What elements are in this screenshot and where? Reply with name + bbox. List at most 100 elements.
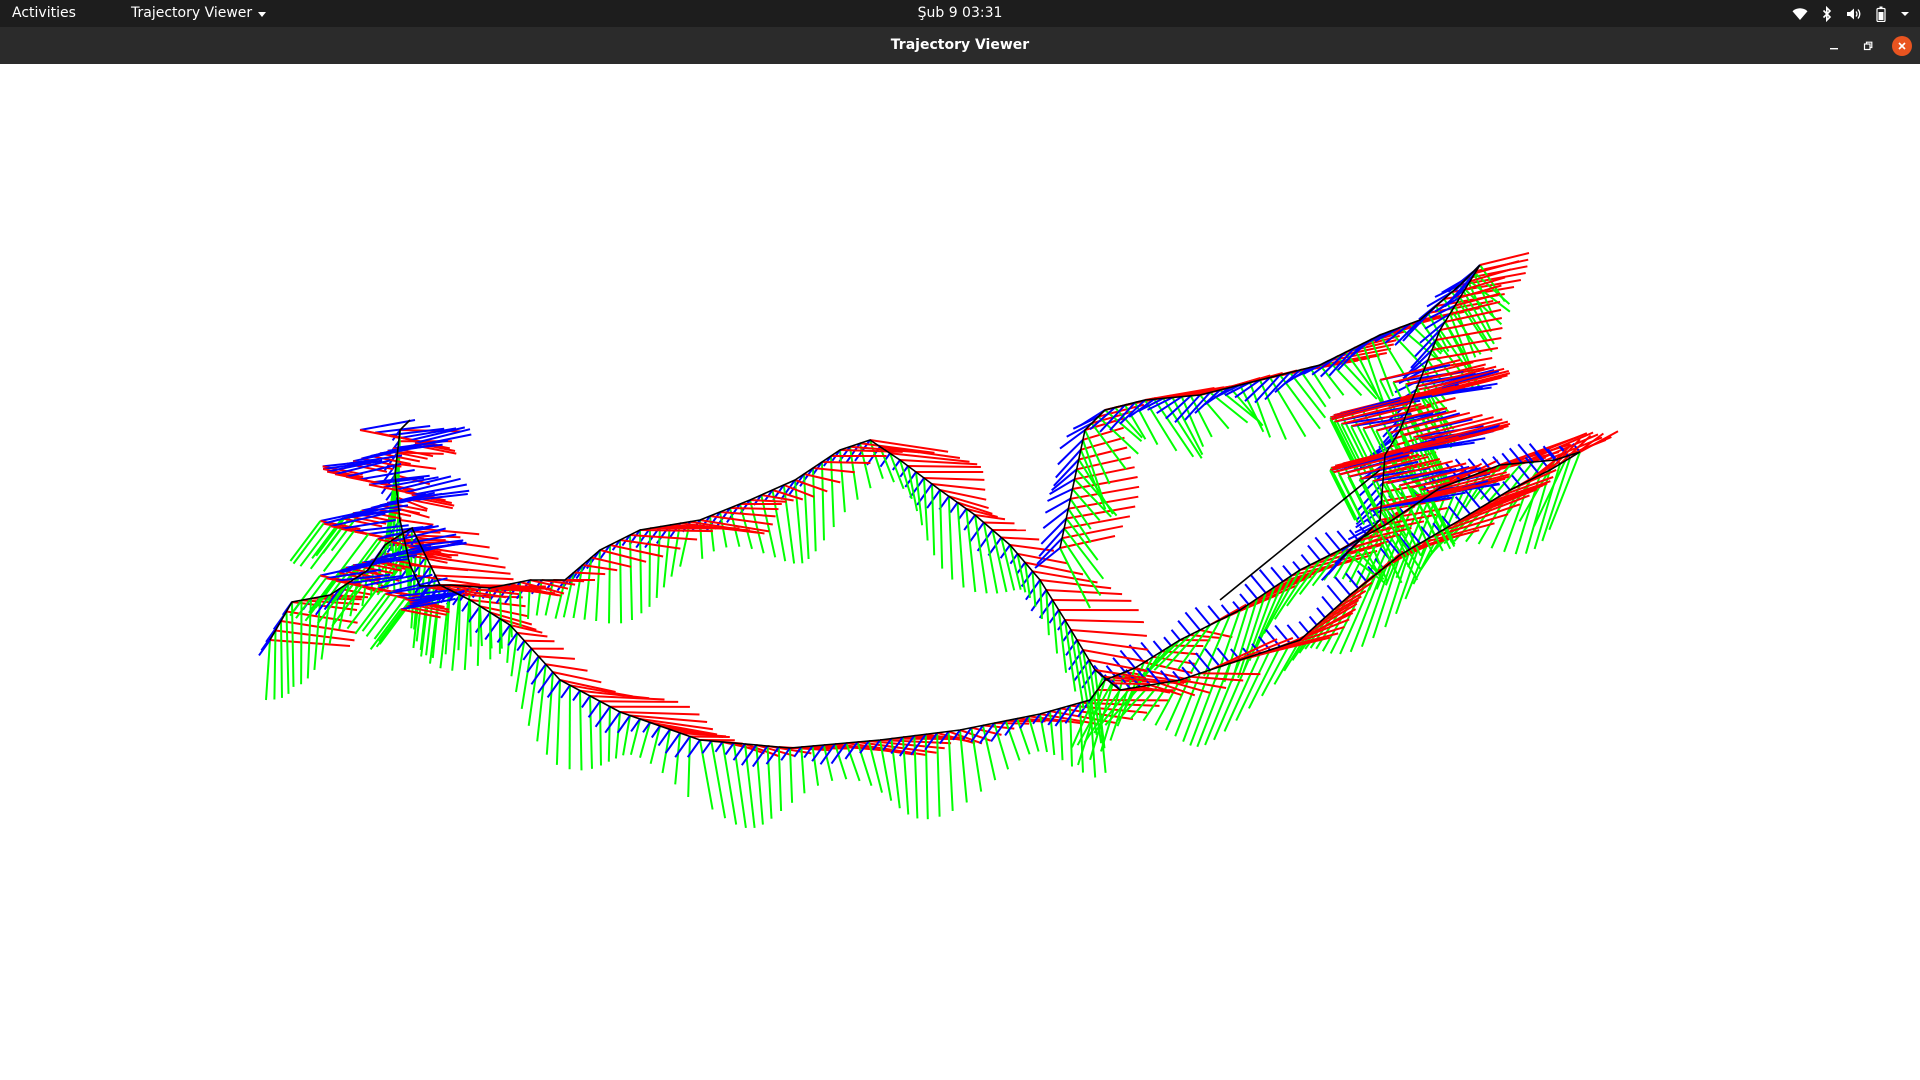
pose-axis-y (608, 544, 611, 624)
pose-axis-x (689, 735, 730, 738)
pose-axis-y (923, 477, 929, 541)
close-button[interactable] (1892, 35, 1912, 56)
pose-axis-y (803, 473, 810, 560)
pose-axis-y (589, 695, 593, 769)
pose-axis-z (1307, 544, 1321, 561)
bluetooth-icon (1822, 5, 1832, 22)
pose-axis-z (1177, 620, 1191, 636)
pose-axis-x (524, 639, 555, 643)
pose-axis-y (629, 534, 633, 621)
pose-axis-z (1220, 604, 1231, 616)
system-menu-chevron-icon (1900, 10, 1910, 18)
pose-axis-y (579, 690, 583, 771)
pose-axis-x (1479, 252, 1530, 266)
pose-axis-z (1502, 480, 1511, 491)
pose-axis-z (1282, 564, 1293, 577)
pose-axis-z (1326, 584, 1343, 604)
pose-axis-y (375, 606, 408, 648)
pose-frames (258, 252, 1619, 829)
pose-axis-y (811, 745, 820, 786)
pose-axis-x (1052, 599, 1132, 602)
trajectory-path-segment (1059, 264, 1481, 561)
clock-container: Şub 9 03:31 (0, 0, 1920, 27)
pose-axis-y (674, 732, 681, 785)
pose-axis-y (662, 524, 671, 588)
pose-axis-y (699, 739, 714, 810)
pose-axis-x (1199, 672, 1261, 676)
pose-axis-z (1298, 620, 1310, 634)
pose-axis-x (399, 519, 434, 526)
pose-axis-z (1324, 531, 1341, 551)
restore-button[interactable] (1858, 36, 1878, 56)
pose-axis-y (299, 525, 332, 567)
pose-axis-y (1045, 589, 1050, 636)
activities-button[interactable]: Activities (12, 0, 76, 27)
close-icon (1898, 41, 1906, 50)
pose-axis-z (484, 618, 501, 641)
window-titlebar[interactable]: Trajectory Viewer (0, 27, 1920, 65)
trajectory-plot[interactable] (0, 64, 1920, 1080)
pose-axis-y (1336, 355, 1378, 400)
pose-axis-y (273, 630, 277, 700)
pose-axis-y (555, 679, 561, 765)
pose-axis-x (1064, 619, 1145, 624)
pose-axis-x (923, 477, 985, 481)
pose-axis-y (744, 743, 756, 829)
pose-axis-z (1334, 576, 1351, 596)
app-menu-label: Trajectory Viewer (131, 5, 253, 21)
minimize-icon (1830, 47, 1838, 49)
top-bar: Activities Trajectory Viewer Şub 9 03:31 (0, 0, 1920, 27)
pose-axis-y (1004, 720, 1021, 761)
pose-axis-z (1244, 583, 1258, 600)
pose-axis-z (594, 706, 611, 728)
pose-axis-x (619, 711, 700, 716)
pose-axis-z (724, 742, 735, 756)
pose-axis-z (1105, 665, 1116, 677)
pose-axis-y (1051, 599, 1059, 654)
pose-axis-x (1076, 639, 1149, 651)
pose-axis-y (1319, 364, 1345, 396)
pose-axis-x (931, 483, 986, 491)
pose-axis-y (648, 528, 651, 607)
minimize-button[interactable] (1824, 36, 1844, 56)
pose-axis-y (936, 732, 941, 817)
pose-axis-z (1258, 569, 1276, 588)
pose-axis-z (949, 501, 959, 514)
trajectory-canvas[interactable] (0, 64, 1920, 1080)
app-menu[interactable]: Trajectory Viewer (131, 0, 267, 27)
pose-axis-z (1300, 553, 1311, 566)
wifi-icon (1792, 7, 1808, 21)
pose-axis-z (1204, 648, 1221, 668)
pose-axis-z (714, 741, 724, 753)
pose-axis-y (520, 648, 533, 710)
pose-axis-x (812, 467, 855, 474)
pose-axis-y (812, 467, 817, 552)
pose-axis-z (1170, 629, 1181, 641)
window-title: Trajectory Viewer (890, 37, 1030, 53)
pose-axis-y (515, 640, 526, 693)
pose-axis-x (516, 631, 548, 638)
pose-axis-x (729, 507, 779, 511)
clock[interactable]: Şub 9 03:31 (918, 5, 1003, 21)
pose-axis-y (777, 746, 783, 812)
pose-axis-z (1336, 530, 1350, 546)
pose-axis-x (1111, 682, 1150, 686)
pose-axis-x (591, 556, 632, 568)
pose-axis-y (830, 455, 835, 528)
pose-axis-z (1184, 611, 1201, 631)
pose-axis-z (1492, 455, 1501, 466)
pose-axis-y (607, 706, 611, 762)
pose-axis-y (595, 549, 601, 622)
pose-axis-z (1316, 607, 1326, 619)
pose-axis-z (1232, 600, 1241, 611)
pose-axis-z (1188, 659, 1201, 674)
pose-axis-y (789, 747, 794, 803)
pose-axis-y (1309, 366, 1331, 400)
battery-icon (1876, 6, 1886, 22)
pose-axis-y (931, 483, 936, 556)
pose-axis-z (1207, 605, 1221, 621)
pose-axis-y (545, 672, 554, 755)
pose-axis-y (1039, 579, 1043, 619)
system-tray[interactable] (1792, 0, 1910, 27)
pose-axis-y (619, 539, 623, 624)
